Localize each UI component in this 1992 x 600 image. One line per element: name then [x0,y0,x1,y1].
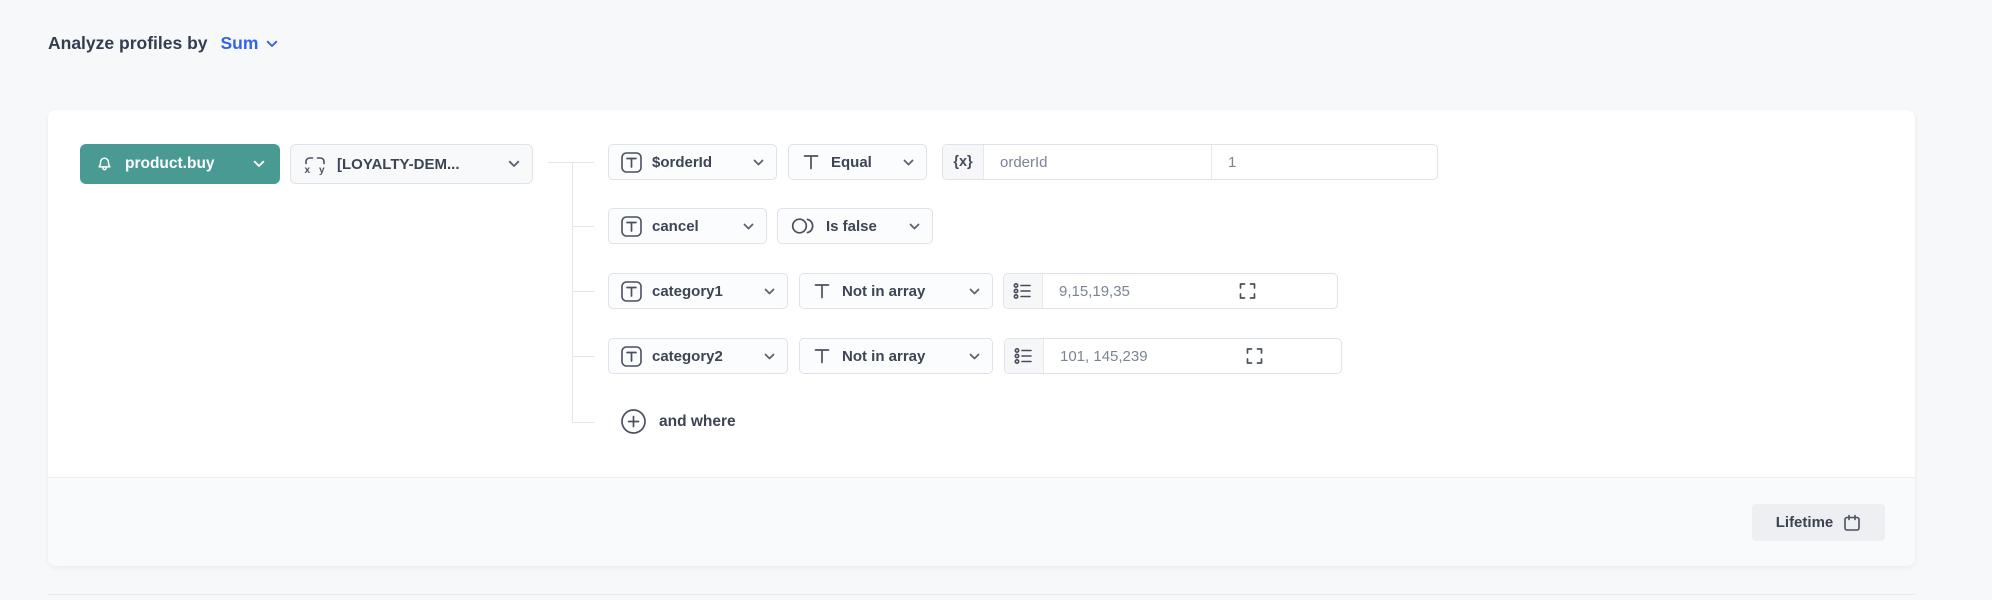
tree-connector-stub [572,226,594,227]
svg-text:x: x [305,165,311,175]
event-label: product.buy [125,155,215,172]
event-picker[interactable]: product.buy [80,144,280,184]
condition-param-dropdown[interactable]: $orderId [608,144,777,180]
chevron-down-icon [753,159,764,166]
condition-operator-dropdown[interactable]: Is false [777,208,933,244]
chevron-down-icon [903,159,914,166]
value-param-input[interactable] [984,145,1211,179]
expand-icon[interactable] [1245,347,1264,366]
operator-label: Equal [831,153,872,171]
param-label: category2 [652,347,723,365]
text-type-icon [801,152,821,172]
date-range-label: Lifetime [1775,514,1834,531]
chevron-down-icon [253,160,265,168]
condition-operator-dropdown[interactable]: Equal [788,144,927,180]
add-condition-button[interactable]: and where [620,408,736,435]
date-range-button[interactable]: Lifetime [1752,504,1885,541]
condition-param-dropdown[interactable]: cancel [608,208,767,244]
boolean-circles-icon [790,216,816,236]
condition-value-group [1003,273,1338,309]
array-value-input[interactable] [1044,339,1341,373]
expand-icon[interactable] [1238,282,1257,301]
text-type-boxed-icon [621,345,642,367]
condition-operator-dropdown[interactable]: Not in array [799,338,993,374]
add-condition-label: and where [659,412,736,430]
tree-connector-stub [572,356,594,357]
text-type-boxed-icon [621,151,642,173]
card-footer: Lifetime [48,477,1915,566]
analyze-profiles-label: Analyze profiles by [48,33,208,53]
svg-text:y: y [319,165,325,175]
text-type-icon [812,346,832,366]
curly-x-icon: {x} [943,145,984,179]
list-icon [1005,339,1044,373]
chevron-down-icon [267,40,278,47]
param-label: category1 [652,282,723,300]
param-label: cancel [652,217,699,235]
calendar-icon [1843,514,1861,532]
section-divider [48,594,1915,595]
condition-value-group: {x} [942,144,1438,180]
chevron-down-icon [743,223,754,230]
aggregate-dropdown[interactable]: Sum [221,33,279,54]
tree-connector-entry [548,162,594,163]
chevron-down-icon [969,353,980,360]
chevron-down-icon [764,353,775,360]
condition-operator-dropdown[interactable]: Not in array [799,273,993,309]
array-value-input[interactable] [1043,274,1337,308]
chevron-down-icon [909,223,920,230]
tree-connector-stub [572,291,594,292]
tree-connector-vertical [572,162,573,423]
tree-connector-stub [572,422,594,423]
operator-label: Not in array [842,347,926,365]
expression-xy-icon: xy [303,153,327,175]
text-type-icon [812,281,832,301]
segment-picker[interactable]: xy [LOYALTY-DEM... [290,144,533,184]
param-label: $orderId [652,153,713,171]
chevron-down-icon [764,288,775,295]
analytics-query-builder-page: Analyze profiles by Sum Lifetime product… [0,0,1992,600]
text-type-boxed-icon [621,215,642,237]
page-title: Analyze profiles by Sum [48,33,278,54]
value-input[interactable] [1211,145,1437,179]
list-icon [1004,274,1043,308]
condition-value-group [1004,338,1342,374]
operator-label: Is false [826,217,877,235]
condition-param-dropdown[interactable]: category1 [608,273,788,309]
chevron-down-icon [508,160,520,168]
segment-label: [LOYALTY-DEM... [337,155,460,173]
operator-label: Not in array [842,282,926,300]
text-type-boxed-icon [621,280,642,302]
aggregate-value: Sum [220,33,259,53]
bell-icon [95,155,114,174]
chevron-down-icon [969,288,980,295]
condition-param-dropdown[interactable]: category2 [608,338,788,374]
plus-circle-icon [620,408,647,435]
